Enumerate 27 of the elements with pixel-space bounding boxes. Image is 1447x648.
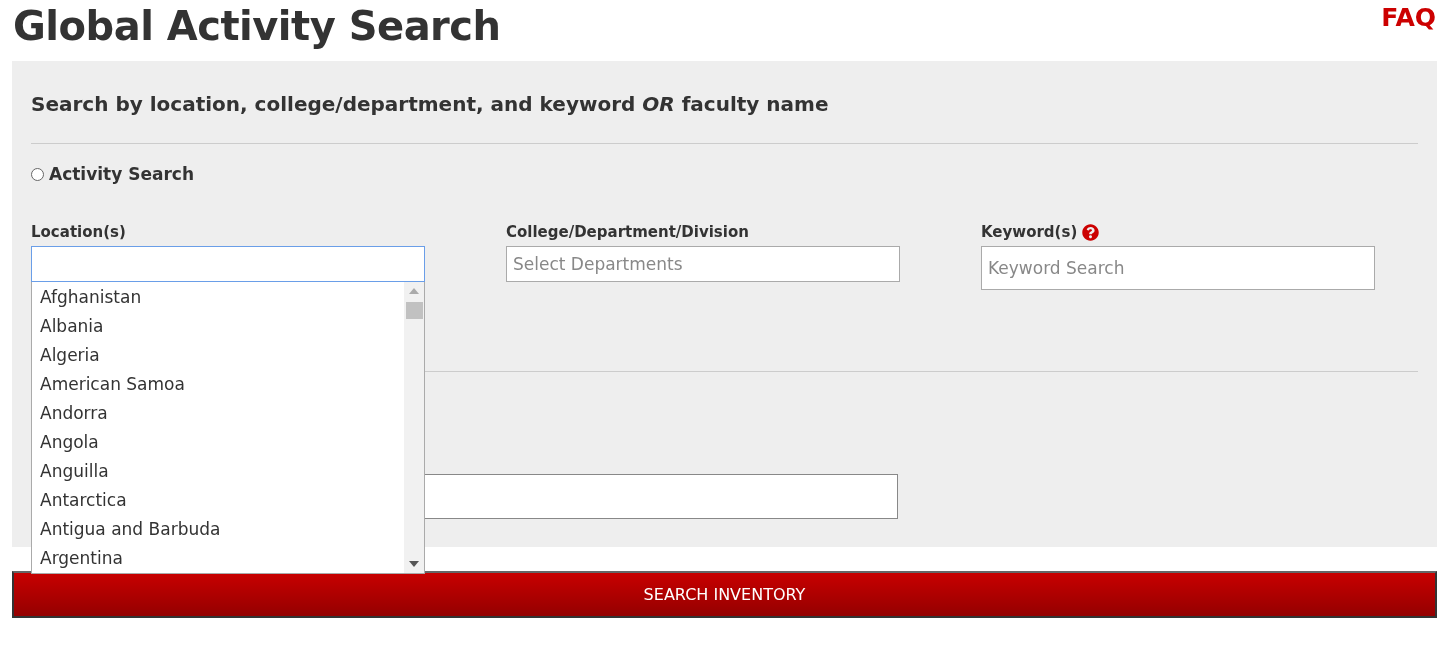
scroll-thumb[interactable] [406,302,423,319]
radio-label: Activity Search [49,164,195,184]
dropdown-option[interactable]: Afghanistan [32,283,404,312]
dropdown-option[interactable]: American Samoa [32,370,404,399]
dropdown-option[interactable]: Algeria [32,341,404,370]
field-label: Keyword(s) [981,223,1078,241]
location-input[interactable] [31,246,425,282]
dropdown-option[interactable]: Andorra [32,399,404,428]
scrollbar[interactable] [404,282,424,573]
dropdown-option[interactable]: Antarctica [32,486,404,515]
dropdown-option[interactable]: Angola [32,428,404,457]
scroll-down-icon[interactable] [409,561,419,567]
dropdown-option[interactable]: Albania [32,312,404,341]
input-field[interactable]: Keyword Search [981,246,1375,290]
field-label: Location(s) [31,223,126,241]
dropdown-option[interactable]: Argentina [32,544,404,573]
page-title: Global Activity Search [13,2,501,51]
dropdown-option[interactable]: Anguilla [32,457,404,486]
search-instructions: Search by location, college/department, and keyword OR faculty name [31,91,830,118]
field-label: College/Department/Division [506,223,749,241]
search-inventory-button[interactable]: SEARCH INVENTORY [12,571,1437,618]
help-icon[interactable] [1082,223,1100,241]
scroll-up-icon[interactable] [409,288,419,294]
dropdown-option[interactable]: Antigua and Barbuda [32,515,404,544]
input-field[interactable]: Select Departments [506,246,900,282]
radio-button[interactable] [31,167,44,181]
faq-link[interactable]: FAQ [1381,0,1436,36]
